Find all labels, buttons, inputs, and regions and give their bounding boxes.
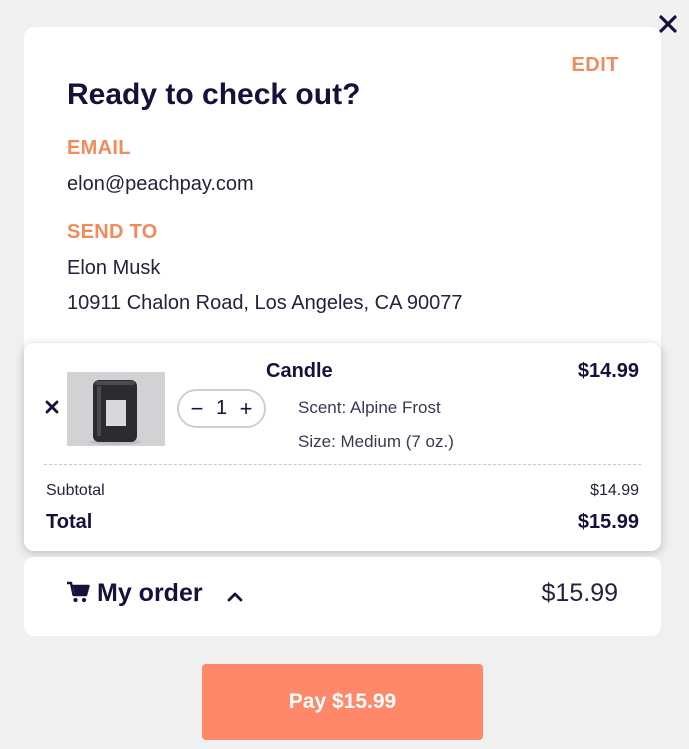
decrement-button[interactable]: − bbox=[187, 397, 207, 420]
total-label: Total bbox=[46, 511, 93, 533]
page-title: Ready to check out? bbox=[67, 78, 361, 111]
divider bbox=[44, 464, 641, 465]
send-to-label: SEND TO bbox=[67, 221, 158, 243]
email-label: EMAIL bbox=[67, 137, 131, 159]
order-label: My order bbox=[97, 579, 203, 607]
subtotal-label: Subtotal bbox=[46, 482, 105, 499]
remove-item-icon[interactable] bbox=[44, 399, 60, 415]
edit-button[interactable]: EDIT bbox=[571, 54, 619, 77]
order-summary-toggle[interactable]: My order $15.99 bbox=[24, 557, 661, 636]
product-size: Size: Medium (7 oz.) bbox=[298, 432, 454, 451]
cart-card: − 1 + Candle $14.99 Scent: Alpine Frost … bbox=[24, 343, 661, 551]
quantity-stepper: − 1 + bbox=[177, 389, 266, 428]
order-total: $15.99 bbox=[541, 579, 618, 607]
product-scent: Scent: Alpine Frost bbox=[298, 398, 441, 417]
quantity-value: 1 bbox=[215, 397, 228, 419]
product-image bbox=[67, 372, 165, 446]
pay-button[interactable]: Pay $15.99 bbox=[202, 664, 483, 740]
email-value: elon@peachpay.com bbox=[67, 173, 254, 195]
checkout-details-card: EDIT Ready to check out? EMAIL elon@peac… bbox=[24, 27, 661, 357]
product-price: $14.99 bbox=[577, 360, 639, 382]
shipping-name: Elon Musk bbox=[67, 257, 161, 279]
subtotal-value: $14.99 bbox=[590, 482, 639, 499]
cart-icon bbox=[66, 580, 90, 604]
total-value: $15.99 bbox=[577, 511, 639, 533]
increment-button[interactable]: + bbox=[236, 397, 256, 420]
shipping-address: 10911 Chalon Road, Los Angeles, CA 90077 bbox=[67, 292, 463, 314]
product-name: Candle bbox=[266, 360, 333, 382]
chevron-up-icon bbox=[226, 589, 244, 603]
